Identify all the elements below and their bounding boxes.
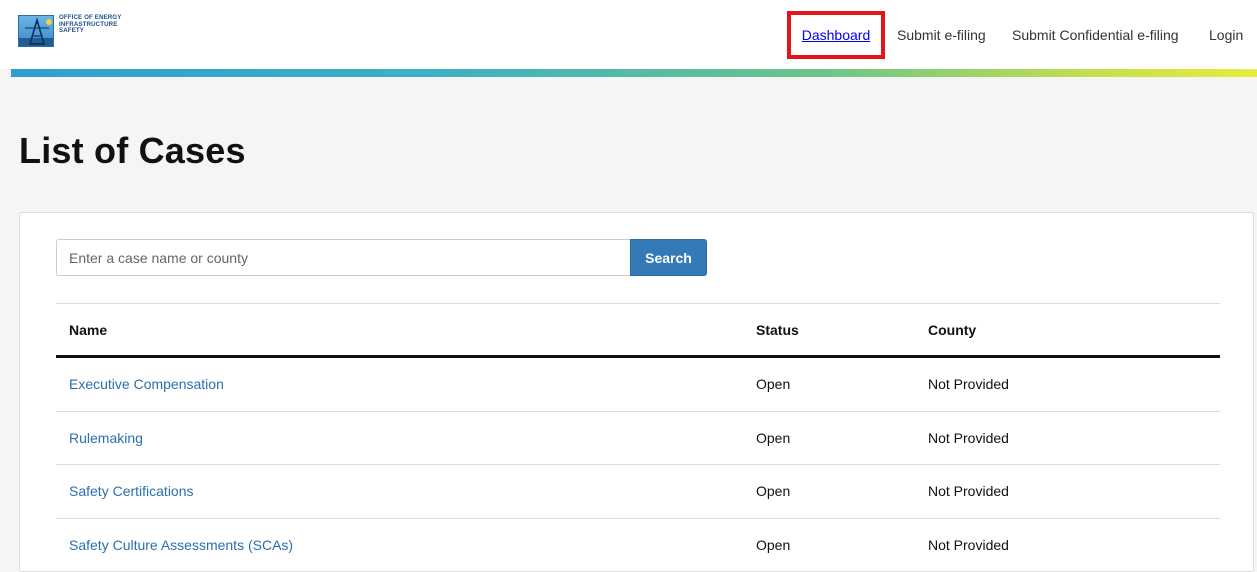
site-header: OFFICE OF ENERGY INFRASTRUCTURE SAFETY D…: [0, 0, 1257, 69]
nav-submit-efiling-link[interactable]: Submit e-filing: [897, 27, 986, 43]
search-button[interactable]: Search: [630, 239, 707, 276]
case-status: Open: [756, 483, 790, 499]
case-name-link[interactable]: Safety Certifications: [69, 483, 194, 499]
column-header-county[interactable]: County: [928, 322, 976, 338]
case-name-link[interactable]: Safety Culture Assessments (SCAs): [69, 537, 293, 553]
agency-name-line-3: SAFETY: [59, 28, 121, 35]
column-header-status[interactable]: Status: [756, 322, 799, 338]
table-row: Safety Certifications Open Not Provided: [56, 465, 1220, 519]
table-row: Executive Compensation Open Not Provided: [56, 358, 1220, 412]
agency-logo[interactable]: [18, 15, 54, 47]
case-county: Not Provided: [928, 376, 1009, 392]
agency-name: OFFICE OF ENERGY INFRASTRUCTURE SAFETY: [59, 15, 121, 35]
case-status: Open: [756, 537, 790, 553]
case-county: Not Provided: [928, 430, 1009, 446]
case-status: Open: [756, 376, 790, 392]
nav-dashboard-link[interactable]: Dashboard: [802, 27, 871, 43]
case-status: Open: [756, 430, 790, 446]
table-row: Rulemaking Open Not Provided: [56, 412, 1220, 466]
case-name-link[interactable]: Executive Compensation: [69, 376, 224, 392]
column-header-name[interactable]: Name: [69, 322, 107, 338]
nav-login-link[interactable]: Login: [1209, 27, 1243, 43]
case-county: Not Provided: [928, 537, 1009, 553]
header-gradient-bar: [11, 69, 1257, 77]
case-county: Not Provided: [928, 483, 1009, 499]
case-name-link[interactable]: Rulemaking: [69, 430, 143, 446]
cases-table: Name Status County Executive Compensatio…: [56, 303, 1220, 572]
table-header: Name Status County: [56, 303, 1220, 358]
table-row: Safety Culture Assessments (SCAs) Open N…: [56, 519, 1220, 572]
nav-submit-confidential-efiling-link[interactable]: Submit Confidential e-filing: [1012, 27, 1179, 43]
page-title: List of Cases: [19, 130, 246, 172]
case-search-input[interactable]: [56, 239, 630, 276]
nav-dashboard-highlight: Dashboard: [787, 11, 885, 59]
